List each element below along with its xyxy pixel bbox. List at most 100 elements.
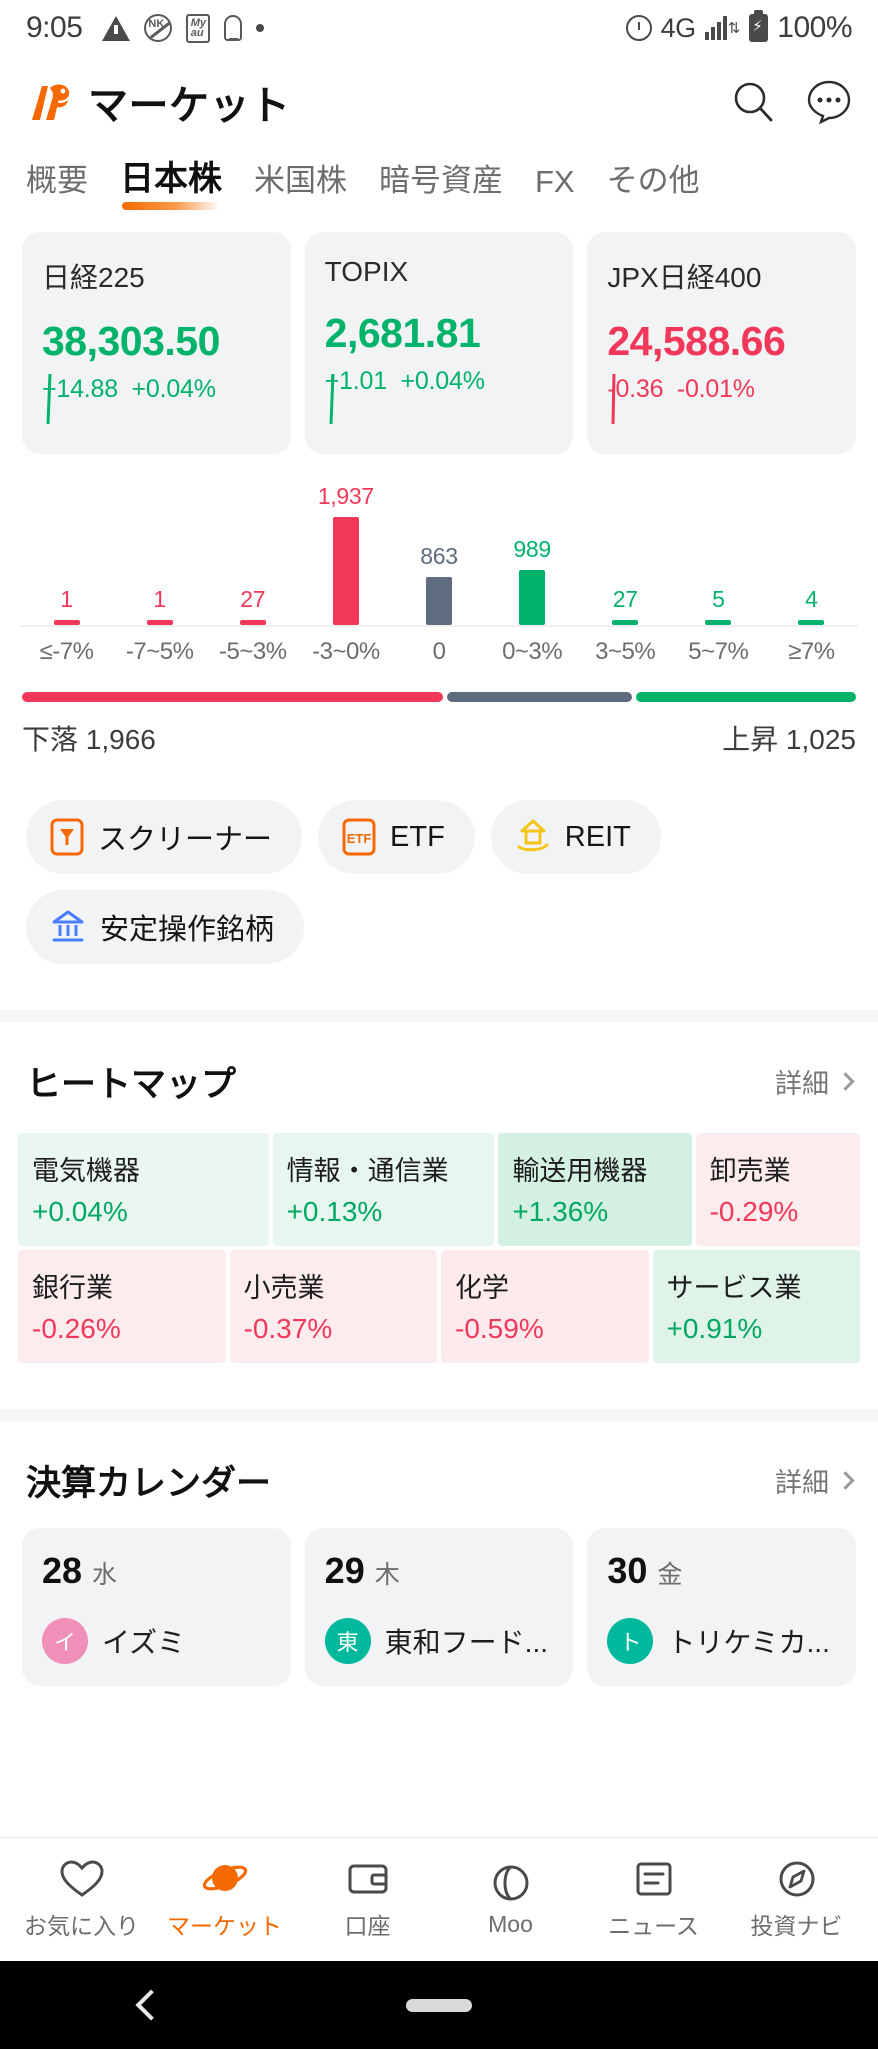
dot-icon bbox=[256, 24, 265, 32]
heatmap-row: 電気機器 +0.04% 情報・通信業 +0.13% 輸送用機器 +1.36% 卸売業 -0.2… bbox=[18, 1133, 860, 1246]
calendar-date-row: 28 水 bbox=[42, 1550, 271, 1592]
histogram-column: 5 bbox=[672, 480, 765, 625]
chip-reit[interactable]: REIT bbox=[490, 800, 661, 874]
tab-others[interactable]: その他 bbox=[607, 155, 700, 210]
heatmap-cell[interactable]: 情報・通信業 +0.13% bbox=[272, 1133, 495, 1246]
company-name: 東和フード... bbox=[384, 1627, 549, 1658]
reit-house-icon bbox=[517, 819, 549, 852]
heatmap-sector-change: -0.59% bbox=[455, 1313, 544, 1344]
breadth-up: 上昇 1,025 bbox=[722, 718, 856, 758]
back-chevron-icon[interactable] bbox=[135, 1989, 167, 2021]
calendar-weekday: 木 bbox=[374, 1561, 400, 1589]
histogram-bars: 1 1 27 1,937 863 989 27 5 4 bbox=[20, 480, 858, 625]
page-title: マーケット bbox=[88, 84, 291, 128]
nav-label: 口座 bbox=[344, 1913, 391, 1939]
heart-icon bbox=[59, 1860, 104, 1897]
breadth-down-label: 下落 bbox=[22, 724, 79, 755]
tab-crypto[interactable]: 暗号資産 bbox=[379, 155, 503, 210]
histogram-axis-tick: ≤-7% bbox=[39, 638, 94, 665]
heatmap-sector-name: サービス業 bbox=[666, 1273, 802, 1303]
my-au-icon: My au bbox=[186, 13, 211, 43]
moo-icon bbox=[493, 1865, 528, 1900]
calendar-day-card[interactable]: 28 水イイズミ bbox=[22, 1528, 291, 1686]
nav-label: Moo bbox=[488, 1910, 533, 1937]
heatmap-cell[interactable]: サービス業 +0.91% bbox=[652, 1250, 860, 1363]
tab-us-stocks[interactable]: 米国株 bbox=[254, 155, 347, 210]
etf-badge-icon: ETF bbox=[342, 818, 376, 856]
calendar-company-item[interactable]: 東東和フード... bbox=[324, 1618, 554, 1664]
calendar-day-card[interactable]: 30 金トトリケミカ... bbox=[587, 1528, 857, 1686]
heatmap-cell[interactable]: 小売業 -0.37% bbox=[229, 1250, 437, 1363]
histogram-axis-tick: 0 bbox=[432, 638, 446, 665]
calendar-company-item[interactable]: トトリケミカ... bbox=[607, 1618, 836, 1664]
company-logo: イ bbox=[42, 1618, 88, 1664]
calendar-day-card[interactable]: 29 木東東和フード... bbox=[304, 1528, 574, 1686]
index-name: JPX日経400 bbox=[607, 262, 762, 293]
tab-japan-stocks[interactable]: 日本株 bbox=[120, 151, 222, 210]
histogram-value: 27 bbox=[612, 586, 638, 612]
chip-stabilization-stocks[interactable]: 安定操作銘柄 bbox=[26, 890, 305, 964]
tab-overview[interactable]: 概要 bbox=[26, 155, 88, 210]
heatmap-sector-name: 化学 bbox=[455, 1273, 509, 1303]
histogram-value: 1,937 bbox=[317, 483, 374, 509]
index-card-jpx-nikkei400[interactable]: JPX日経400 24,588.66 -0.36 -0.01% bbox=[587, 232, 857, 454]
nav-moo[interactable]: Moo bbox=[439, 1862, 582, 1938]
heatmap-cell[interactable]: 化学 -0.59% bbox=[441, 1250, 649, 1363]
market-planet-icon bbox=[202, 1865, 247, 1891]
chip-etf[interactable]: ETF ETF bbox=[318, 800, 475, 874]
battery-percent: 100% bbox=[777, 11, 852, 44]
warning-icon bbox=[102, 15, 131, 41]
histogram-baseline bbox=[20, 625, 858, 627]
heatmap-title: ヒートマップ bbox=[26, 1065, 237, 1104]
calendar-date: 30 bbox=[607, 1550, 648, 1591]
more-options-icon[interactable] bbox=[806, 79, 852, 125]
compass-icon bbox=[779, 1861, 814, 1897]
heatmap-sector-change: +1.36% bbox=[512, 1196, 609, 1227]
histogram-value: 989 bbox=[513, 536, 551, 562]
histogram-bar bbox=[519, 570, 546, 625]
company-logo: 東 bbox=[324, 1618, 371, 1664]
heatmap-sector-name: 情報・通信業 bbox=[286, 1156, 449, 1186]
tab-fx[interactable]: FX bbox=[535, 164, 575, 210]
calendar-weekday: 金 bbox=[657, 1561, 683, 1589]
histogram-column: 989 bbox=[486, 480, 579, 625]
index-sparkline bbox=[329, 373, 335, 425]
section-divider bbox=[0, 1409, 878, 1421]
histogram-bar bbox=[612, 620, 639, 625]
histogram-bar bbox=[798, 620, 825, 625]
chevron-right-icon bbox=[836, 1471, 855, 1490]
histogram-axis-tick: 0~3% bbox=[502, 638, 563, 665]
calendar-date-row: 30 金 bbox=[607, 1550, 836, 1592]
heatmap-header: ヒートマップ 詳細 bbox=[0, 1022, 878, 1107]
histogram-axis-tick: 5~7% bbox=[688, 638, 749, 665]
bank-pillar-icon bbox=[52, 910, 84, 942]
nav-invest-navi[interactable]: 投資ナビ bbox=[725, 1858, 868, 1941]
heatmap-cell[interactable]: 輸送用機器 +1.36% bbox=[498, 1133, 692, 1246]
heatmap-sector-change: +0.91% bbox=[666, 1313, 763, 1344]
nav-account[interactable]: 口座 bbox=[296, 1858, 439, 1941]
calendar-title: 決算カレンダー bbox=[26, 1464, 272, 1503]
index-card-topix[interactable]: TOPIX 2,681.81 +1.01 +0.04% bbox=[304, 232, 574, 454]
heatmap-cell[interactable]: 銀行業 -0.26% bbox=[18, 1250, 226, 1363]
histogram-column: 27 bbox=[206, 480, 299, 625]
heatmap-more-link[interactable]: 詳細 bbox=[775, 1062, 855, 1101]
search-icon[interactable] bbox=[730, 79, 776, 125]
nav-favorites[interactable]: お気に入り bbox=[10, 1858, 153, 1941]
heatmap-sector-name: 輸送用機器 bbox=[512, 1156, 648, 1186]
heatmap-cell[interactable]: 電気機器 +0.04% bbox=[18, 1133, 269, 1246]
calendar-more-link[interactable]: 詳細 bbox=[775, 1461, 855, 1500]
chip-screener[interactable]: スクリーナー bbox=[26, 800, 303, 874]
nav-news[interactable]: ニュース bbox=[582, 1858, 725, 1941]
home-pill[interactable] bbox=[406, 1998, 472, 2012]
index-name: TOPIX bbox=[324, 256, 409, 287]
heatmap-sector-change: -0.37% bbox=[243, 1313, 333, 1344]
battery-charging-icon bbox=[749, 10, 769, 42]
heatmap-sector-name: 銀行業 bbox=[32, 1273, 113, 1303]
heatmap-sector-name: 卸売業 bbox=[709, 1156, 791, 1186]
breadth-up-label: 上昇 bbox=[722, 724, 779, 755]
heatmap-cell[interactable]: 卸売業 -0.29% bbox=[695, 1133, 860, 1246]
signal-icon: ⇅ bbox=[704, 16, 740, 40]
calendar-company-item[interactable]: イイズミ bbox=[42, 1618, 271, 1664]
index-card-nikkei225[interactable]: 日経225 38,303.50 +14.88 +0.04% bbox=[22, 232, 291, 454]
nav-market[interactable]: マーケット bbox=[153, 1858, 296, 1941]
